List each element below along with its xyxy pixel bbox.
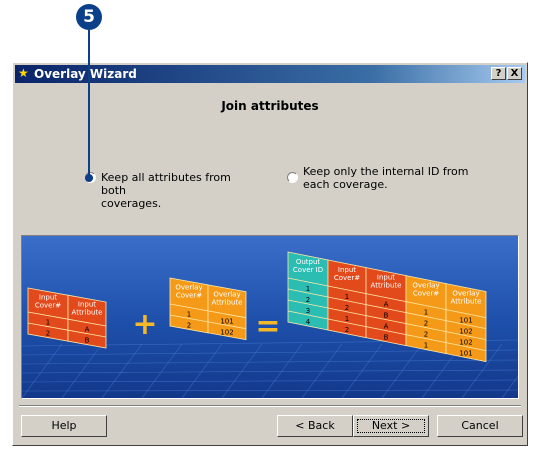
floor-grid-line	[221, 343, 263, 398]
output-table-header-text: Output	[296, 258, 321, 266]
input-table-header-text: Cover#	[35, 302, 61, 310]
page-heading: Join attributes	[221, 99, 319, 113]
cancel-button[interactable]: Cancel	[437, 415, 523, 437]
back-button[interactable]: < Back	[277, 415, 353, 437]
overlay-table-header-text: Overlay	[213, 290, 240, 298]
output-table-cell: 101	[459, 350, 472, 358]
output-table-header-text: Input	[377, 274, 395, 282]
output-table-cell: 1	[424, 309, 428, 317]
overlay-table-header-text: Overlay	[175, 283, 202, 291]
input-table-cell: 2	[46, 330, 50, 338]
callout-leader-line	[88, 30, 90, 180]
keep-internal-id-radio[interactable]	[287, 172, 298, 183]
input-table-cell: A	[85, 326, 90, 334]
output-table-cell: B	[384, 312, 389, 320]
overlay-table-header-text: Attribute	[212, 298, 243, 306]
wizard-wand-icon: ★	[18, 66, 29, 80]
output-table-cell: 2	[424, 331, 428, 339]
output-table-header-text: Overlay	[452, 290, 479, 298]
input-table-header-text: Input	[78, 301, 96, 309]
output-table-cell: A	[384, 323, 389, 331]
floor-grid-line	[22, 389, 518, 392]
output-table-cell: 2	[345, 326, 349, 334]
output-table-cell: 3	[306, 307, 310, 315]
output-table-header-text: Cover ID	[293, 266, 323, 274]
overlay-table-header-text: Cover#	[176, 291, 202, 299]
keep-all-attributes-label[interactable]: Keep all attributes from both coverages.	[101, 171, 255, 210]
output-table-cell: 1	[306, 285, 310, 293]
floor-grid-line	[22, 343, 63, 398]
plus-sign: +	[132, 307, 157, 342]
join-attributes-illustration: Input Cover# 1 2 Input Attribute A B Overlay Cove…	[21, 235, 519, 399]
overlay-table-cell: 1	[187, 310, 191, 318]
output-table-cell: A	[384, 301, 389, 309]
floor-grid-line	[181, 343, 223, 398]
output-table-header-text: Attribute	[371, 282, 402, 290]
output-table-cell: 2	[424, 320, 428, 328]
output-table-cell: 1	[424, 342, 428, 350]
floor-grid-line	[22, 369, 518, 374]
input-table-header-text: Input	[39, 294, 57, 302]
overlay-table-cell: 2	[187, 321, 191, 329]
keep-all-attributes-option[interactable]: Keep all attributes from both coverages.	[85, 171, 255, 210]
input-table-header-text: Attribute	[72, 309, 103, 317]
equals-sign: =	[255, 309, 280, 344]
output-table-cell: 1	[345, 293, 349, 301]
output-table-cell: 4	[306, 318, 311, 326]
output-table-cell: 1	[345, 315, 349, 323]
output-table-cell: B	[384, 334, 389, 342]
floor-grid-line	[141, 343, 183, 398]
callout-leader-dot	[85, 174, 93, 182]
overlay-table-cell: 102	[220, 328, 233, 336]
window-title: Overlay Wizard	[34, 67, 137, 81]
input-table-cell: 1	[46, 319, 50, 327]
footer-separator	[19, 405, 521, 407]
output-table-header-text: Cover#	[334, 274, 360, 282]
output-table-header-text: Input	[338, 266, 356, 274]
keep-internal-id-option[interactable]: Keep only the internal ID from each cove…	[287, 165, 477, 195]
output-table-header-text: Cover#	[413, 290, 439, 298]
title-bar[interactable]: ★ Overlay Wizard ? X	[15, 65, 525, 83]
output-table-cell: 2	[306, 296, 310, 304]
floor-grid-line	[22, 359, 518, 365]
help-title-button[interactable]: ?	[491, 67, 506, 80]
output-table-header-text: Attribute	[451, 298, 482, 306]
close-button[interactable]: X	[507, 67, 522, 80]
step-callout-badge: 5	[76, 4, 102, 30]
floor-grid-line	[22, 379, 518, 383]
next-button[interactable]: Next >	[353, 415, 429, 437]
input-table-cell: B	[85, 337, 90, 345]
illustration-svg: InputCover#12InputAttributeABOverlayCove…	[22, 251, 518, 398]
floor-grid-line	[61, 343, 103, 398]
output-table-header-text: Overlay	[412, 282, 439, 290]
keep-internal-id-label[interactable]: Keep only the internal ID from each cove…	[303, 165, 469, 191]
floor-grid-line	[101, 343, 143, 398]
help-button[interactable]: Help	[21, 415, 107, 437]
output-table-cell: 2	[345, 304, 349, 312]
